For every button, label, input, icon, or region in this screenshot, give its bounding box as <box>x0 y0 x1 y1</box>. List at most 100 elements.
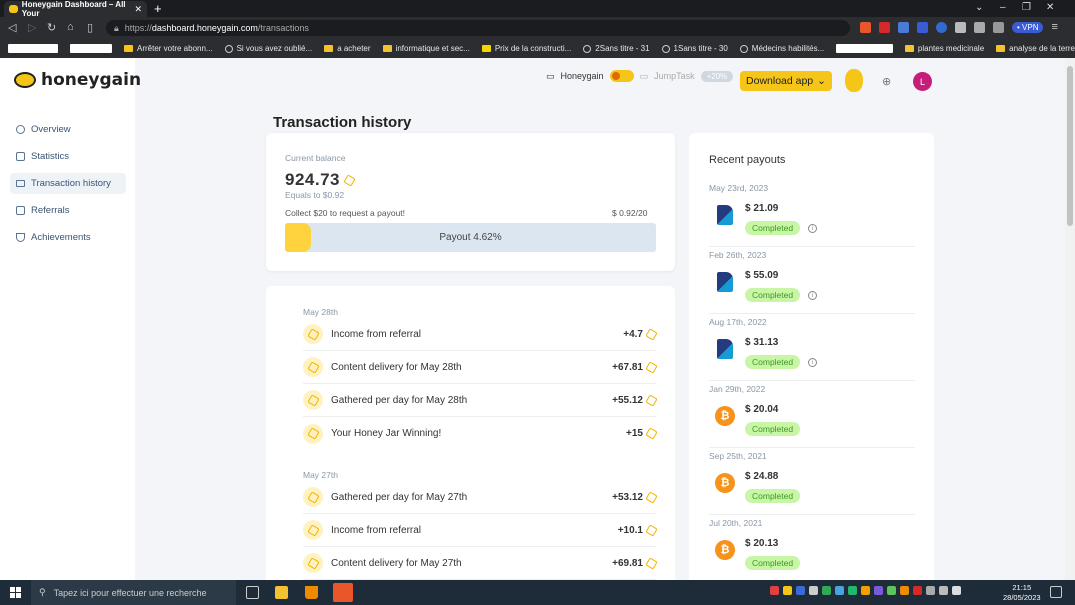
app-toggle[interactable] <box>609 70 634 82</box>
network-icon[interactable] <box>926 586 935 595</box>
coin-icon <box>645 427 658 440</box>
close-tab-icon[interactable]: ✕ <box>134 4 142 15</box>
info-icon[interactable]: i <box>808 291 817 300</box>
bookmark-item[interactable]: 1Sans titre - 30 <box>661 44 728 53</box>
bookmark-item[interactable]: 2Sans titre - 31 <box>583 44 650 53</box>
transaction-row: Your Honey Jar Winning! +15 <box>303 417 658 450</box>
browser-tab[interactable]: Honeygain Dashboard – All Your ✕ <box>4 0 147 18</box>
tray-icon[interactable] <box>874 586 883 595</box>
info-icon[interactable]: i <box>808 358 817 367</box>
avatar[interactable]: L <box>913 72 932 91</box>
honeygain-logo[interactable]: honeygain <box>14 70 141 90</box>
taskbar-clock[interactable]: 21:15 28/05/2023 <box>1003 583 1041 603</box>
sidebar-toggle-icon[interactable] <box>974 21 985 33</box>
task-view-icon[interactable] <box>246 586 259 599</box>
windows-start-icon[interactable] <box>10 587 21 598</box>
notifications-icon[interactable]: ⊕ <box>882 75 891 88</box>
bookmark-favicon-icon <box>123 45 133 52</box>
hexagon-icon <box>303 423 323 444</box>
apple-icon <box>224 44 233 53</box>
tray-icon[interactable] <box>900 586 909 595</box>
vlc-icon[interactable] <box>305 586 318 599</box>
download-app-button[interactable]: Download app ⌄ <box>740 71 832 91</box>
page-scrollbar[interactable] <box>1065 58 1075 580</box>
bee-logo-icon <box>14 72 36 88</box>
payout-progress-label: Payout 4.62% <box>439 232 502 243</box>
transaction-row: Income from referral +10.1 <box>303 514 658 547</box>
globe-icon <box>739 44 748 53</box>
payout-amount: $ 20.13 <box>745 538 779 549</box>
balance-label: Current balance <box>285 153 346 163</box>
battery-icon[interactable] <box>939 586 948 595</box>
url-path: /transactions <box>257 23 309 33</box>
notification-center-icon[interactable] <box>1050 586 1062 598</box>
extensions-puzzle-icon[interactable] <box>955 21 966 33</box>
restore-icon[interactable]: ❐ <box>1022 2 1031 13</box>
tray-icon[interactable] <box>861 586 870 595</box>
tray-icon[interactable] <box>770 586 779 595</box>
tray-icon[interactable] <box>822 586 831 595</box>
reload-icon[interactable]: ↻ <box>47 21 56 34</box>
url-field[interactable]: 🔒︎ https://dashboard.honeygain.com/trans… <box>106 20 850 36</box>
translate-ext-icon[interactable] <box>898 21 909 33</box>
jumptask-label[interactable]: JumpTask <box>654 71 695 81</box>
balance-value: 924.73 <box>285 170 340 189</box>
scrollbar-thumb[interactable] <box>1067 66 1073 226</box>
sidebar-item-statistics[interactable]: Statistics <box>10 146 126 167</box>
tray-icon[interactable] <box>848 586 857 595</box>
new-tab-icon[interactable]: + <box>154 1 162 16</box>
bookmark-item[interactable]: Médecins habilités... <box>739 44 824 53</box>
bookmark-icon[interactable]: ▯ <box>87 21 93 34</box>
globe-icon <box>661 44 670 53</box>
back-icon[interactable]: ◁ <box>8 21 16 34</box>
bookmark-item[interactable]: Prix de la constructi... <box>481 44 571 53</box>
minimize-icon[interactable]: – <box>1000 2 1006 13</box>
tray-icon[interactable] <box>809 586 818 595</box>
honey-jar-icon[interactable] <box>845 69 863 92</box>
transaction-label: Your Honey Jar Winning! <box>331 428 442 439</box>
brave-browser-icon[interactable] <box>333 583 353 602</box>
sidebar-item-referrals[interactable]: Referrals <box>10 200 126 221</box>
sidebar-item-overview[interactable]: Overview <box>10 119 126 140</box>
transactions-card: May 28th Income from referral +4.7 Conte… <box>266 286 675 580</box>
taskbar-search[interactable]: ⚲ Tapez ici pour effectuer une recherche <box>31 580 236 605</box>
bookmark-folder[interactable]: plantes medicinale <box>904 44 984 53</box>
tray-icon[interactable] <box>887 586 896 595</box>
tab-title: Honeygain Dashboard – All Your <box>21 0 126 18</box>
bookmark-item[interactable]: Arrêter votre abonn... <box>123 44 213 53</box>
clock-date: 28/05/2023 <box>1003 593 1041 602</box>
volume-icon[interactable] <box>952 586 961 595</box>
wallet-icon[interactable] <box>993 21 1004 33</box>
bookmark-item[interactable]: Si vous avez oublié... <box>224 44 312 53</box>
tray-icon[interactable] <box>913 586 922 595</box>
hexagon-icon <box>303 487 323 507</box>
payout-date: Aug 17th, 2022 <box>709 317 767 327</box>
coin-icon <box>645 360 658 374</box>
info-icon[interactable]: i <box>808 224 817 233</box>
menu-icon[interactable]: ≡ <box>1051 21 1057 33</box>
bookmarks-bar: Arrêter votre abonn... Si vous avez oubl… <box>0 39 1075 58</box>
home-icon[interactable]: ⌂ <box>67 21 74 33</box>
file-explorer-icon[interactable] <box>275 586 288 599</box>
ext-icon[interactable] <box>917 21 928 33</box>
sidebar-item-label: Referrals <box>31 205 70 216</box>
forward-icon[interactable]: ▷ <box>28 21 36 34</box>
sidebar-item-achievements[interactable]: Achievements <box>10 227 126 248</box>
close-window-icon[interactable]: ✕ <box>1046 2 1054 13</box>
tray-icon[interactable] <box>796 586 805 595</box>
sidebar-item-label: Achievements <box>31 232 91 243</box>
transaction-date: May 27th <box>303 470 338 480</box>
tab-search-icon[interactable]: ⌄ <box>975 2 983 13</box>
payout-amount: $ 24.88 <box>745 471 779 482</box>
trophy-icon <box>16 233 25 242</box>
bookmark-folder[interactable]: a acheter <box>324 44 371 53</box>
bookmark-folder[interactable]: analyse de la terre <box>996 44 1075 53</box>
tray-icon[interactable] <box>835 586 844 595</box>
sidebar-item-transaction-history[interactable]: Transaction history <box>10 173 126 194</box>
bookmark-folder[interactable]: informatique et sec... <box>382 44 470 53</box>
vpn-button[interactable]: • VPN <box>1012 21 1044 33</box>
ext-circle-icon[interactable] <box>936 21 947 33</box>
tray-icon[interactable] <box>783 586 792 595</box>
brave-rewards-icon[interactable] <box>879 21 890 33</box>
brave-shield-icon[interactable] <box>860 21 871 33</box>
